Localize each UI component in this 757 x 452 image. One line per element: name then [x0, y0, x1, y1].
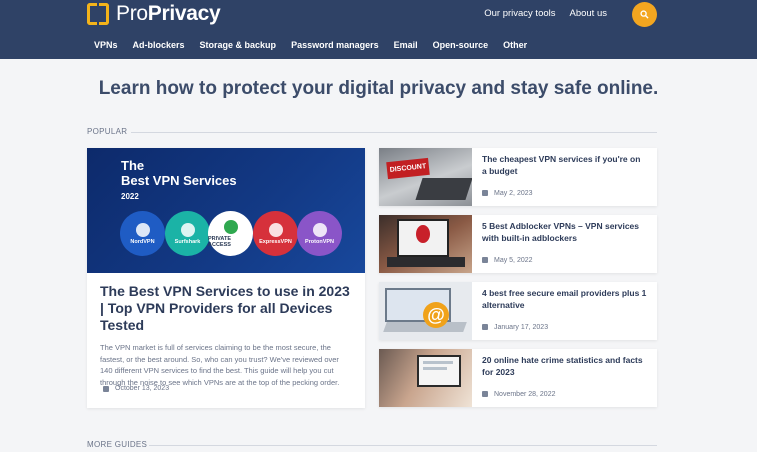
more-guides-section-label: MORE GUIDES: [87, 440, 657, 449]
nav-item-open-source[interactable]: Open-source: [433, 40, 489, 50]
private-access-logo: PRIVATE ACCESS: [208, 211, 253, 256]
site-header: ProPrivacy Our privacy tools About us VP…: [0, 0, 757, 59]
calendar-icon: [482, 391, 488, 397]
article-thumbnail: [379, 349, 472, 407]
featured-article-date: October 13, 2023: [103, 385, 169, 392]
image-title-line2: Best VPN Services: [121, 173, 237, 188]
article-thumbnail: [379, 215, 472, 273]
popular-label-text: POPULAR: [87, 127, 128, 136]
top-links: Our privacy tools About us: [484, 8, 607, 19]
side-article-date: January 17, 2023: [482, 322, 548, 332]
side-article-date: November 28, 2022: [482, 389, 555, 399]
popular-section-label: POPULAR: [87, 127, 657, 136]
logo-text: ProPrivacy: [116, 2, 221, 25]
search-button[interactable]: [632, 2, 657, 27]
divider: [149, 445, 657, 446]
date-text: October 13, 2023: [115, 385, 170, 392]
more-guides-label-text: MORE GUIDES: [87, 440, 148, 449]
calendar-icon: [482, 324, 488, 330]
page-headline: Learn how to protect your digital privac…: [98, 78, 659, 99]
surfshark-logo: Surfshark: [165, 211, 210, 256]
featured-article-body: The Best VPN Services to use in 2023 | T…: [87, 273, 365, 398]
search-icon: [640, 10, 649, 19]
side-article-card[interactable]: 20 online hate crime statistics and fact…: [379, 349, 657, 407]
nav-item-storage-backup[interactable]: Storage & backup: [200, 40, 277, 50]
side-article-card[interactable]: 5 Best Adblocker VPNs – VPN services wit…: [379, 215, 657, 273]
nav-item-password-managers[interactable]: Password managers: [291, 40, 379, 50]
at-sign-icon: @: [423, 302, 449, 328]
image-year: 2022: [121, 192, 139, 201]
nav-item-email[interactable]: Email: [394, 40, 418, 50]
calendar-icon: [482, 257, 488, 263]
link-about-us[interactable]: About us: [570, 8, 608, 19]
side-article-title[interactable]: The cheapest VPN services if you're on a…: [482, 154, 647, 177]
nav-item-vpns[interactable]: VPNs: [94, 40, 118, 50]
featured-article-card[interactable]: The Best VPN Services 2022 NordVPN Surfs…: [87, 148, 365, 408]
side-article-title[interactable]: 4 best free secure email providers plus …: [482, 288, 647, 311]
side-article-card[interactable]: DISCOUNT The cheapest VPN services if yo…: [379, 148, 657, 206]
article-thumbnail: @: [379, 282, 472, 340]
side-article-card[interactable]: @ 4 best free secure email providers plu…: [379, 282, 657, 340]
discount-tag: DISCOUNT: [386, 157, 430, 180]
side-article-date: May 5, 2022: [482, 255, 533, 265]
nav-item-other[interactable]: Other: [503, 40, 527, 50]
main-nav: VPNs Ad-blockers Storage & backup Passwo…: [94, 40, 527, 50]
divider: [131, 132, 657, 133]
side-article-title[interactable]: 5 Best Adblocker VPNs – VPN services wit…: [482, 221, 647, 244]
protonvpn-logo: ProtonVPN: [297, 211, 342, 256]
nordvpn-logo: NordVPN: [120, 211, 165, 256]
logo-icon: [87, 3, 109, 25]
date-text: May 5, 2022: [494, 256, 533, 264]
expressvpn-logo: ExpressVPN: [253, 211, 298, 256]
image-title-line1: The: [121, 158, 145, 173]
calendar-icon: [482, 190, 488, 196]
link-privacy-tools[interactable]: Our privacy tools: [484, 8, 555, 19]
side-article-title[interactable]: 20 online hate crime statistics and fact…: [482, 355, 647, 378]
featured-article-image: The Best VPN Services 2022 NordVPN Surfs…: [87, 148, 365, 273]
nav-item-ad-blockers[interactable]: Ad-blockers: [133, 40, 185, 50]
featured-article-title[interactable]: The Best VPN Services to use in 2023 | T…: [100, 283, 352, 334]
date-text: November 28, 2022: [494, 390, 556, 398]
date-text: January 17, 2023: [494, 323, 549, 331]
date-text: May 2, 2023: [494, 189, 533, 197]
featured-article-description: The VPN market is full of services claim…: [100, 343, 340, 387]
article-thumbnail: DISCOUNT: [379, 148, 472, 206]
logo[interactable]: ProPrivacy: [87, 2, 221, 26]
side-article-date: May 2, 2023: [482, 188, 533, 198]
calendar-icon: [103, 385, 109, 392]
